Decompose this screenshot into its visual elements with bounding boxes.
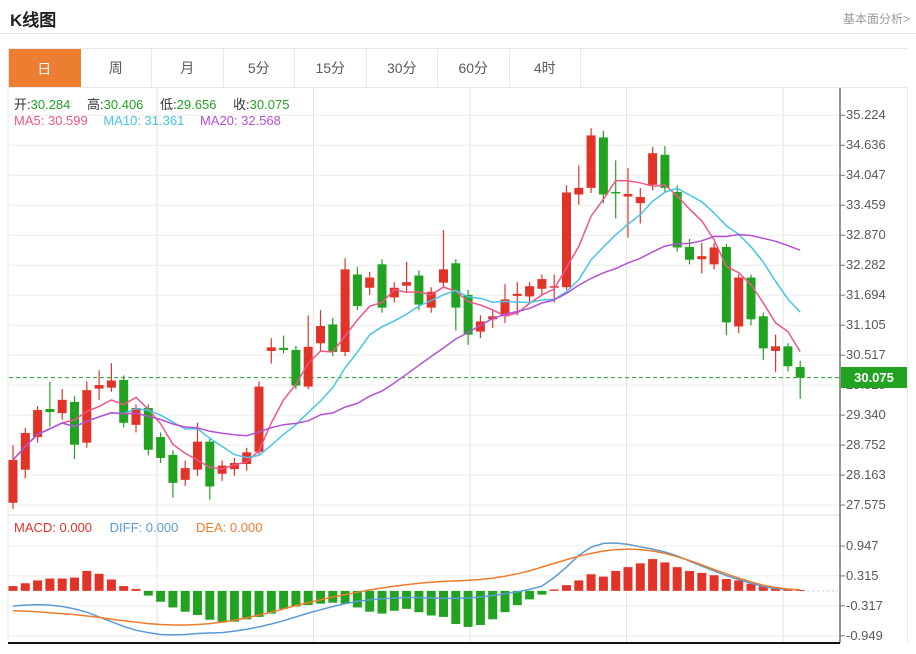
ohlc-open: 开:30.284 — [14, 97, 83, 112]
axis-tick-label: 28.163 — [846, 467, 886, 482]
current-price-badge: 30.075 — [841, 367, 907, 388]
tab-15min[interactable]: 15分 — [295, 49, 367, 87]
axis-tick-label: 31.105 — [846, 317, 886, 332]
axis-tick-label: 29.340 — [846, 407, 886, 422]
axis-tick-label: 31.694 — [846, 287, 886, 302]
axis-tick-label: 34.047 — [846, 167, 886, 182]
axis-tick-label: -0.317 — [846, 598, 883, 613]
tab-5min[interactable]: 5分 — [224, 49, 296, 87]
ma-legend: MA5: 30.599 MA10: 31.361 MA20: 32.568 — [14, 113, 293, 128]
tab-4hour[interactable]: 4时 — [510, 49, 582, 87]
tab-30min[interactable]: 30分 — [367, 49, 439, 87]
tab-day[interactable]: 日 — [9, 49, 81, 87]
tab-month[interactable]: 月 — [152, 49, 224, 87]
axis-tick-label: 33.459 — [846, 197, 886, 212]
axis-tick-label: 0.947 — [846, 538, 879, 553]
ohlc-legend: 开:30.284 高:30.406 低:29.656 收:30.075 — [14, 94, 302, 113]
tab-week[interactable]: 周 — [81, 49, 153, 87]
axis-tick-label: 0.315 — [846, 568, 879, 583]
macd-value: MACD: 0.000 — [14, 520, 92, 535]
ohlc-high: 高:30.406 — [87, 97, 156, 112]
axis-tick-label: 27.575 — [846, 497, 886, 512]
ohlc-close: 收:30.075 — [233, 97, 302, 112]
ma5-legend: MA5: 30.599 — [14, 113, 88, 128]
tab-60min[interactable]: 60分 — [438, 49, 510, 87]
dea-value: DEA: 0.000 — [196, 520, 263, 535]
macd-legend: MACD: 0.000 DIFF: 0.000 DEA: 0.000 — [14, 520, 276, 535]
axis-tick-label: 30.517 — [846, 347, 886, 362]
ohlc-low: 低:29.656 — [160, 97, 229, 112]
axis-tick-label: 35.224 — [846, 107, 886, 122]
axis-tick-label: 28.752 — [846, 437, 886, 452]
axis-tick-label: 34.636 — [846, 137, 886, 152]
ma20-legend: MA20: 32.568 — [200, 113, 281, 128]
period-tab-bar: 日 周 月 5分 15分 30分 60分 4时 — [8, 48, 908, 88]
axis-tick-label: 32.282 — [846, 257, 886, 272]
fundamental-analysis-link[interactable]: 基本面分析> — [843, 10, 910, 27]
ma10-legend: MA10: 31.361 — [103, 113, 184, 128]
axis-tick-label: -0.949 — [846, 628, 883, 643]
diff-value: DIFF: 0.000 — [110, 520, 179, 535]
axis-tick-label: 32.870 — [846, 227, 886, 242]
